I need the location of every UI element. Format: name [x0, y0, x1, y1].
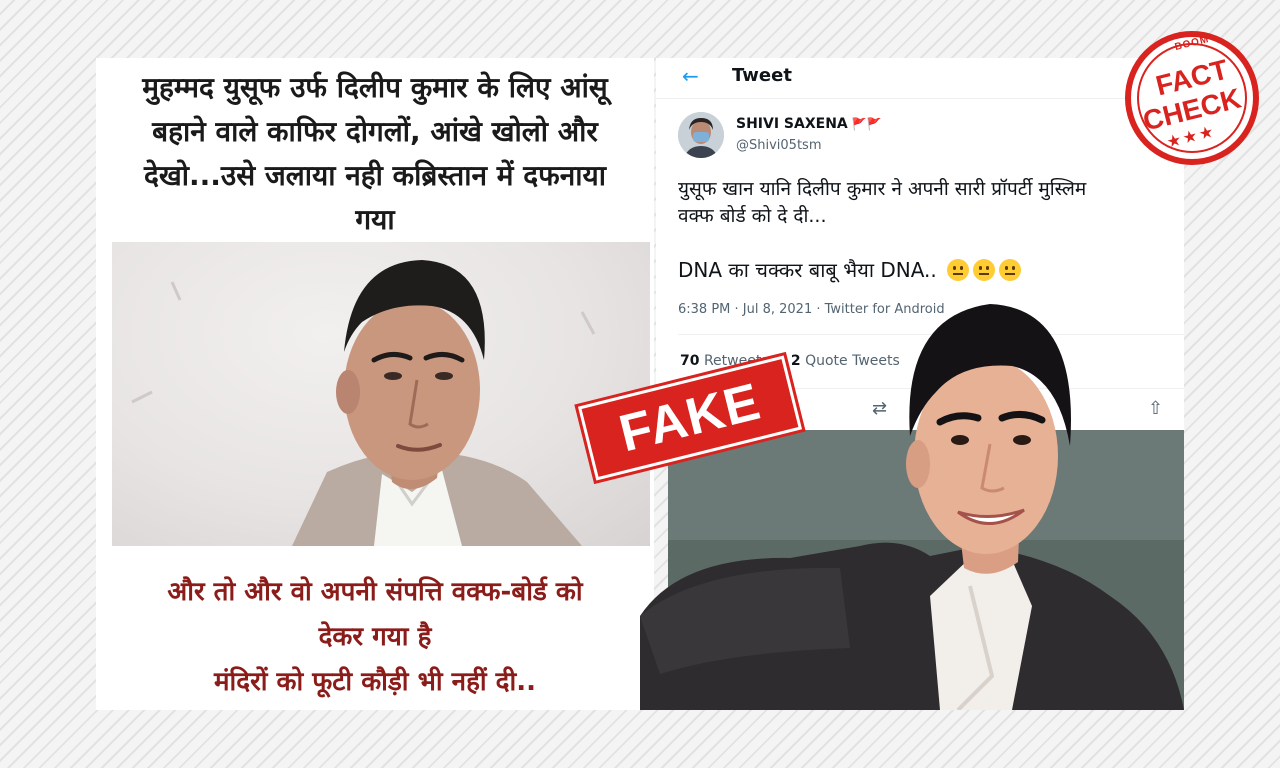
avatar[interactable]: [678, 112, 724, 158]
tweet-text-dna: DNA का चक्कर बाबू भैया DNA..: [678, 258, 937, 282]
tweet-header: ← Tweet: [656, 58, 1184, 99]
fact-check-badge: BOOM FACT CHECK ★★★: [1122, 28, 1262, 168]
meme-top-line: गया: [355, 203, 395, 236]
meme-bottom-line: देकर गया है: [318, 622, 432, 652]
neutral-face-icon: [973, 259, 996, 281]
meme-top-text: मुहम्मद युसूफ उर्फ दिलीप कुमार के लिए आं…: [96, 66, 654, 242]
tweet-header-title: Tweet: [732, 65, 792, 86]
meme-bottom-line: और तो और वो अपनी संपत्ति वक्फ-बोर्ड को: [167, 577, 583, 607]
flag-icon: 🚩🚩: [851, 117, 882, 131]
meme-bottom-text: और तो और वो अपनी संपत्ति वक्फ-बोर्ड को द…: [96, 570, 654, 705]
elderly-man-photo: [112, 242, 650, 546]
neutral-face-icon: [947, 259, 970, 281]
meme-top-line: देखो...उसे जलाया नही कब्रिस्तान में दफना…: [144, 159, 606, 192]
neutral-face-icon: [999, 259, 1022, 281]
meme-top-line: बहाने वाले काफिर दोगलों, आंखे खोलो और: [152, 115, 598, 148]
tweet-text: युसूफ खान यानि दिलीप कुमार ने अपनी सारी …: [678, 176, 1178, 230]
young-man-illustration: [640, 304, 1184, 710]
tweet-handle[interactable]: @Shivi05tsm: [736, 138, 821, 153]
display-name-text: SHIVI SAXENA: [736, 116, 848, 132]
back-arrow-icon[interactable]: ←: [682, 64, 699, 88]
tweet-text-second: DNA का चक्कर बाबू भैया DNA..: [678, 256, 1022, 283]
meme-bottom-line: मंदिरों को फूटी कौड़ी भी नहीं दी..: [214, 667, 536, 697]
young-man-photo: [640, 296, 1184, 710]
meme-panel: मुहम्मद युसूफ उर्फ दिलीप कुमार के लिए आं…: [96, 58, 654, 710]
elderly-man-illustration: [131, 260, 596, 546]
tweet-display-name[interactable]: SHIVI SAXENA 🚩🚩: [736, 116, 882, 132]
tweet-text-line: युसूफ खान यानि दिलीप कुमार ने अपनी सारी …: [678, 178, 1087, 200]
meme-top-line: मुहम्मद युसूफ उर्फ दिलीप कुमार के लिए आं…: [142, 71, 608, 104]
tweet-text-line: वक्फ बोर्ड को दे दी...: [678, 205, 827, 227]
